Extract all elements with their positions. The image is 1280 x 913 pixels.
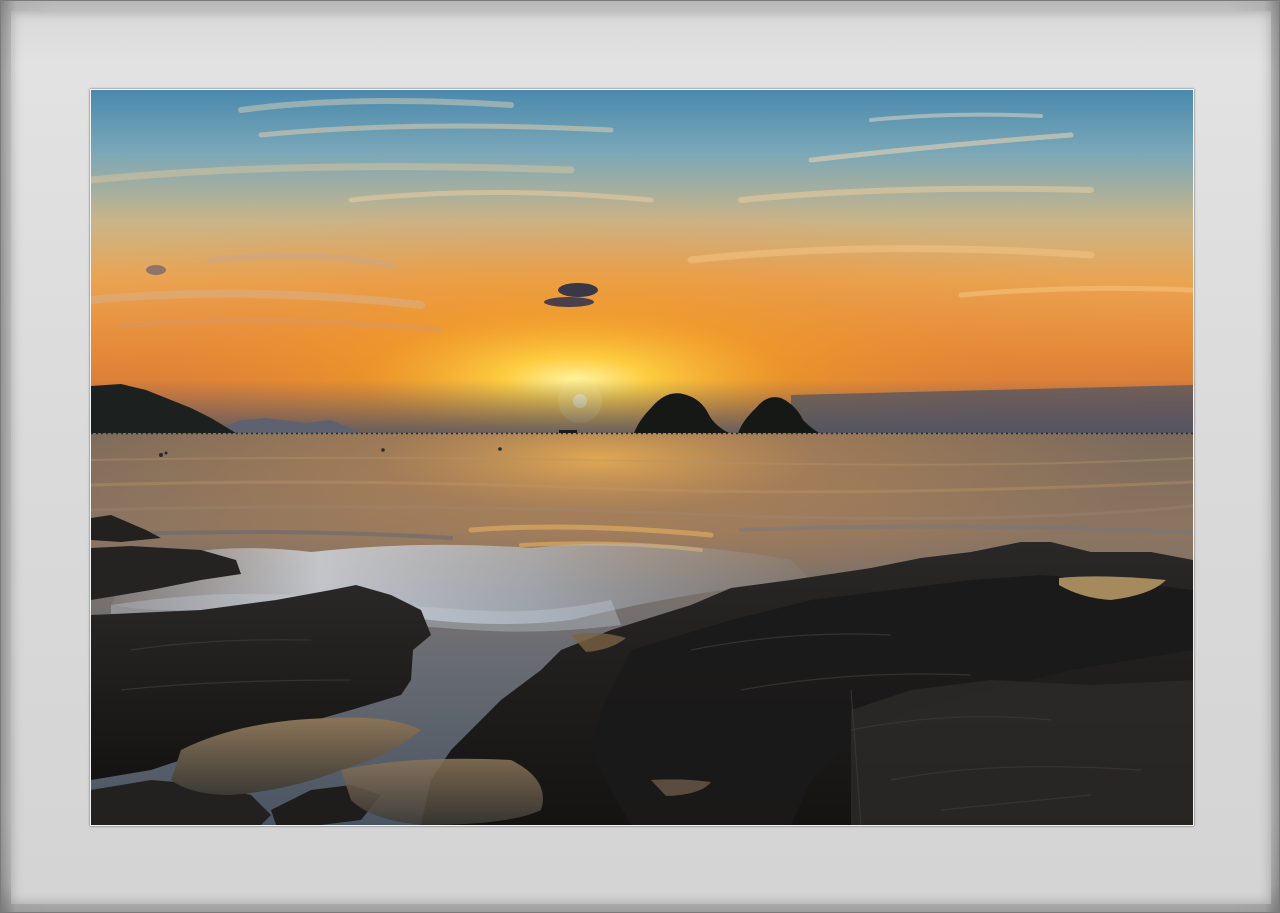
sunset-photo [90,89,1194,826]
picture-frame [0,0,1280,913]
sunset-scene [91,90,1193,825]
